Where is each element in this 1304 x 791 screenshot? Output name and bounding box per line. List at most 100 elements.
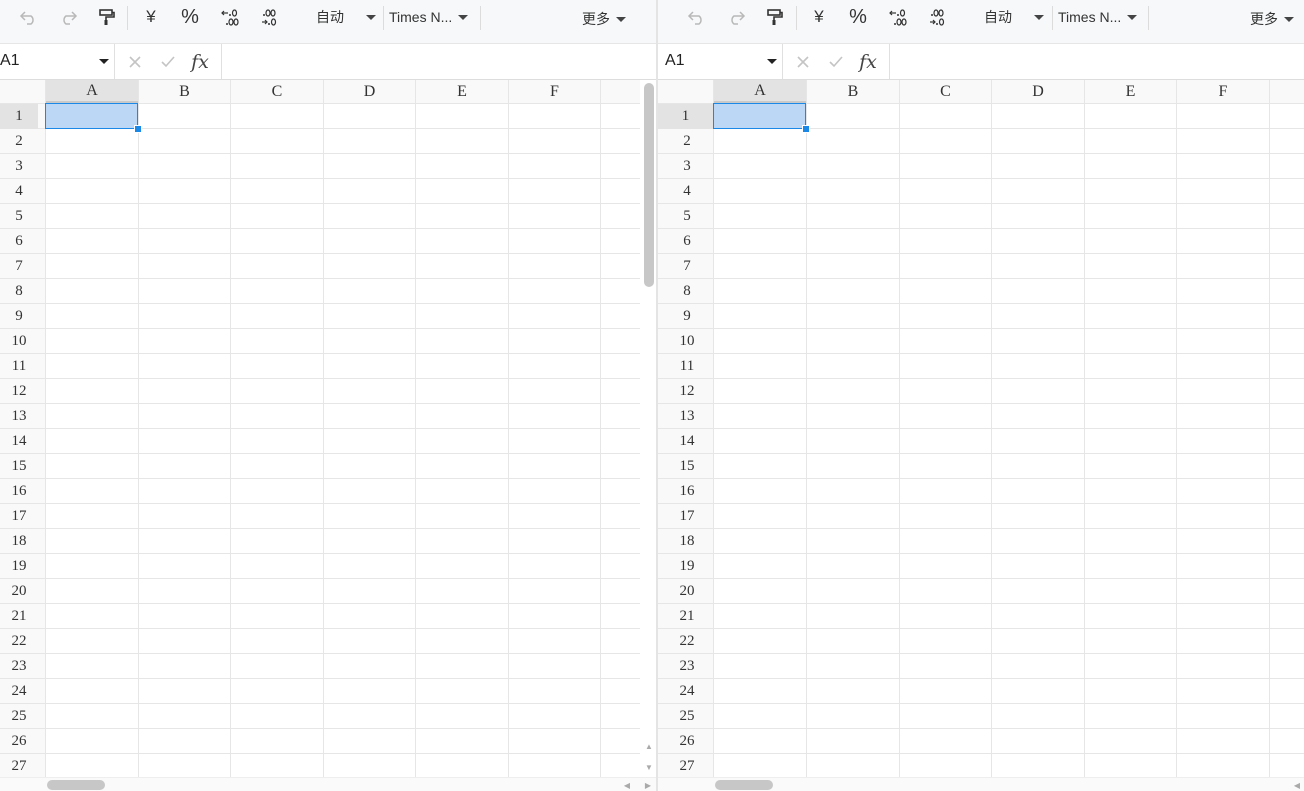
decrease-decimal-button[interactable] xyxy=(256,4,282,30)
column-header-b[interactable]: B xyxy=(807,80,899,103)
row-header[interactable]: 13 xyxy=(658,404,716,429)
row-header[interactable]: 4 xyxy=(0,179,38,204)
row-header[interactable]: 20 xyxy=(658,579,716,604)
column-header-d[interactable]: D xyxy=(324,80,415,103)
row-header[interactable]: 18 xyxy=(658,529,716,554)
scroll-left-icon[interactable]: ◀ xyxy=(622,779,632,791)
row-header[interactable]: 11 xyxy=(658,354,716,379)
format-painter-button[interactable] xyxy=(762,4,788,30)
row-header[interactable]: 17 xyxy=(658,504,716,529)
row-header[interactable]: 8 xyxy=(658,279,716,304)
insert-function-button[interactable]: fx xyxy=(187,50,213,74)
horizontal-scrollbar-thumb[interactable] xyxy=(715,780,773,790)
row-header[interactable]: 6 xyxy=(0,229,38,254)
cancel-edit-button[interactable] xyxy=(124,50,146,74)
row-header[interactable]: 8 xyxy=(0,279,38,304)
row-header[interactable]: 25 xyxy=(658,704,716,729)
row-header[interactable]: 12 xyxy=(658,379,716,404)
row-header[interactable]: 3 xyxy=(658,154,716,179)
row-header[interactable]: 6 xyxy=(658,229,716,254)
row-header[interactable]: 15 xyxy=(658,454,716,479)
row-header[interactable]: 1 xyxy=(658,104,713,129)
column-header-e[interactable]: E xyxy=(1085,80,1176,103)
cancel-edit-button[interactable] xyxy=(792,50,814,74)
row-header[interactable]: 23 xyxy=(658,654,716,679)
selected-cell-a1[interactable] xyxy=(45,103,138,129)
row-header[interactable]: 27 xyxy=(658,754,716,779)
percent-button[interactable]: % xyxy=(844,4,872,30)
row-header[interactable]: 23 xyxy=(0,654,38,679)
row-header[interactable]: 5 xyxy=(658,204,716,229)
more-button[interactable]: 更多 xyxy=(578,6,630,32)
row-header[interactable]: 17 xyxy=(0,504,38,529)
selected-cell-a1[interactable] xyxy=(713,103,806,129)
fill-handle[interactable] xyxy=(134,125,142,133)
scroll-up-icon[interactable]: ▲ xyxy=(643,740,655,752)
column-header-c[interactable]: C xyxy=(900,80,991,103)
row-header[interactable]: 11 xyxy=(0,354,38,379)
percent-button[interactable]: % xyxy=(176,4,204,30)
insert-function-button[interactable]: fx xyxy=(855,50,881,74)
number-format-dropdown[interactable]: 自动 xyxy=(312,4,380,30)
scroll-left-icon[interactable]: ◀ xyxy=(1292,779,1302,791)
number-format-dropdown[interactable]: 自动 xyxy=(980,4,1048,30)
column-header-e[interactable]: E xyxy=(416,80,508,103)
redo-button[interactable] xyxy=(723,4,749,30)
fill-handle[interactable] xyxy=(802,125,810,133)
row-header[interactable]: 10 xyxy=(658,329,716,354)
row-header[interactable]: 21 xyxy=(658,604,716,629)
column-header-f[interactable]: F xyxy=(1177,80,1269,103)
confirm-edit-button[interactable] xyxy=(157,50,179,74)
row-header[interactable]: 21 xyxy=(0,604,38,629)
row-header[interactable]: 16 xyxy=(658,479,716,504)
row-header[interactable]: 14 xyxy=(0,429,38,454)
row-header[interactable]: 1 xyxy=(0,104,38,129)
scroll-down-icon[interactable]: ▼ xyxy=(643,761,655,773)
row-header[interactable]: 26 xyxy=(0,729,38,754)
row-header[interactable]: 19 xyxy=(658,554,716,579)
row-header[interactable]: 2 xyxy=(0,129,38,154)
column-header-a[interactable]: A xyxy=(46,80,138,103)
row-header[interactable]: 10 xyxy=(0,329,38,354)
row-header[interactable]: 20 xyxy=(0,579,38,604)
row-header[interactable]: 9 xyxy=(0,304,38,329)
column-header-f[interactable]: F xyxy=(509,80,600,103)
row-header[interactable]: 16 xyxy=(0,479,38,504)
row-header[interactable]: 7 xyxy=(658,254,716,279)
row-header[interactable]: 12 xyxy=(0,379,38,404)
row-header[interactable]: 15 xyxy=(0,454,38,479)
decrease-decimal-button[interactable] xyxy=(924,4,950,30)
formula-input[interactable] xyxy=(890,44,1304,79)
redo-button[interactable] xyxy=(55,4,81,30)
row-header[interactable]: 22 xyxy=(0,629,38,654)
confirm-edit-button[interactable] xyxy=(825,50,847,74)
row-header[interactable]: 7 xyxy=(0,254,38,279)
scroll-right-icon[interactable]: ▶ xyxy=(643,779,653,791)
row-header[interactable]: 4 xyxy=(658,179,716,204)
row-header[interactable]: 5 xyxy=(0,204,38,229)
font-name-dropdown[interactable]: Times N... xyxy=(389,4,475,30)
format-painter-button[interactable] xyxy=(94,4,120,30)
increase-decimal-button[interactable] xyxy=(217,4,243,30)
row-header[interactable]: 25 xyxy=(0,704,38,729)
currency-button[interactable]: ¥ xyxy=(806,4,832,30)
vertical-scrollbar-thumb[interactable] xyxy=(644,83,654,287)
more-button[interactable]: 更多 xyxy=(1246,6,1298,32)
formula-input[interactable] xyxy=(222,44,656,79)
row-header[interactable]: 2 xyxy=(658,129,716,154)
undo-button[interactable] xyxy=(684,4,710,30)
column-header-c[interactable]: C xyxy=(231,80,323,103)
row-header[interactable]: 26 xyxy=(658,729,716,754)
row-header[interactable]: 24 xyxy=(0,679,38,704)
row-header[interactable]: 9 xyxy=(658,304,716,329)
row-header[interactable]: 24 xyxy=(658,679,716,704)
row-header[interactable]: 18 xyxy=(0,529,38,554)
row-header[interactable]: 14 xyxy=(658,429,716,454)
row-header[interactable]: 3 xyxy=(0,154,38,179)
name-box[interactable]: A1 xyxy=(658,44,783,79)
font-name-dropdown[interactable]: Times N... xyxy=(1058,4,1144,30)
currency-button[interactable]: ¥ xyxy=(138,4,164,30)
row-header[interactable]: 27 xyxy=(0,754,38,779)
row-header[interactable]: 19 xyxy=(0,554,38,579)
name-box[interactable]: A1 xyxy=(0,44,115,79)
